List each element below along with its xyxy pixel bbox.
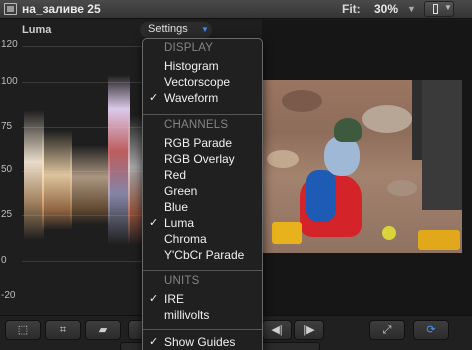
settings-label: Settings [148, 23, 188, 35]
view-options-button[interactable]: ▼ [424, 1, 454, 17]
menu-separator [143, 270, 262, 271]
child-hood [324, 136, 360, 176]
rock [362, 105, 412, 133]
loop-button[interactable]: ⟳ [413, 320, 449, 340]
axis-label: 0 [1, 255, 7, 266]
crop-button[interactable]: ⌗ [45, 320, 81, 340]
axis-label: -20 [1, 290, 16, 301]
menu-separator [143, 114, 262, 115]
scope-channel-label: Luma [22, 24, 52, 36]
menu-item-rgb-parade[interactable]: RGB Parade [164, 135, 260, 151]
menu-item-ire[interactable]: IRE [164, 291, 260, 307]
fullscreen-icon: ⤢ [382, 324, 392, 336]
next-frame-button[interactable]: |▶︎ [294, 320, 324, 340]
fit-label: Fit: [342, 2, 361, 16]
fullscreen-button[interactable]: ⤢ [369, 320, 405, 340]
child-sleeve [306, 170, 336, 222]
menu-section-display: DISPLAY [164, 42, 214, 54]
axis-label: 50 [1, 164, 13, 175]
axis-label: 25 [1, 209, 13, 220]
menu-item-millivolts[interactable]: millivolts [164, 307, 260, 323]
child-cap [334, 118, 362, 142]
menu-item-waveform[interactable]: Waveform [164, 90, 260, 106]
distort-button[interactable]: ▰ [85, 320, 121, 340]
adult-legs [422, 80, 462, 210]
axis-label: 120 [1, 39, 18, 50]
axis-label: 75 [1, 121, 13, 132]
window-title: на_заливе 25 [22, 2, 101, 16]
checkmark-icon: ✓ [149, 293, 159, 305]
settings-dropdown-menu: DISPLAY Histogram Vectorscope ✓ Waveform… [142, 38, 263, 350]
menu-item-luma[interactable]: Luma [164, 215, 260, 231]
menu-separator [143, 329, 262, 330]
menu-item-blue[interactable]: Blue [164, 199, 260, 215]
menu-item-show-guides[interactable]: Show Guides [164, 334, 260, 350]
next-frame-icon: |▶︎ [303, 324, 315, 336]
menu-item-vectorscope[interactable]: Vectorscope [164, 74, 260, 90]
rock [282, 90, 322, 112]
waveform-trace [108, 75, 130, 245]
menu-section-channels: CHANNELS [164, 119, 229, 131]
video-frame[interactable] [262, 80, 462, 253]
menu-item-ycbcr-parade[interactable]: Y'CbCr Parade [164, 247, 260, 263]
settings-menu-button[interactable]: Settings ▼ [140, 22, 212, 38]
checkmark-icon: ✓ [149, 92, 159, 104]
transform-icon: ⬚ [17, 324, 29, 336]
checkmark-icon: ✓ [149, 336, 159, 348]
previous-frame-icon: ◀︎| [271, 324, 283, 336]
chevron-down-icon: ▼ [444, 3, 452, 12]
checkmark-icon: ✓ [149, 217, 159, 229]
chevron-down-icon[interactable]: ▼ [407, 4, 416, 14]
menu-item-red[interactable]: Red [164, 167, 260, 183]
layout-icon [433, 4, 438, 14]
viewer-panel [262, 20, 472, 315]
menu-item-chroma[interactable]: Chroma [164, 231, 260, 247]
menu-item-rgb-overlay[interactable]: RGB Overlay [164, 151, 260, 167]
distort-icon: ▰ [98, 324, 108, 336]
waveform-trace [24, 110, 44, 240]
loop-icon: ⟳ [426, 324, 436, 336]
chevron-down-icon: ▼ [201, 25, 209, 34]
waveform-trace [42, 130, 72, 230]
menu-item-green[interactable]: Green [164, 183, 260, 199]
toy-truck [418, 230, 460, 250]
waveform-trace [128, 115, 142, 245]
menu-item-histogram[interactable]: Histogram [164, 58, 260, 74]
axis-label: 100 [1, 76, 18, 87]
viewer-window-icon [4, 3, 17, 15]
zoom-fit-value[interactable]: 30% [374, 2, 398, 16]
title-bar: на_заливе 25 Fit: 30% ▼ ▼ [0, 0, 472, 19]
previous-frame-button[interactable]: ◀︎| [262, 320, 292, 340]
rock [267, 150, 299, 168]
menu-section-units: UNITS [164, 275, 200, 287]
rock [387, 180, 417, 196]
transform-button[interactable]: ⬚ [5, 320, 41, 340]
crop-icon: ⌗ [59, 324, 67, 336]
waveform-trace [70, 145, 110, 225]
toy-ball [382, 226, 396, 240]
toy-truck [272, 222, 302, 244]
